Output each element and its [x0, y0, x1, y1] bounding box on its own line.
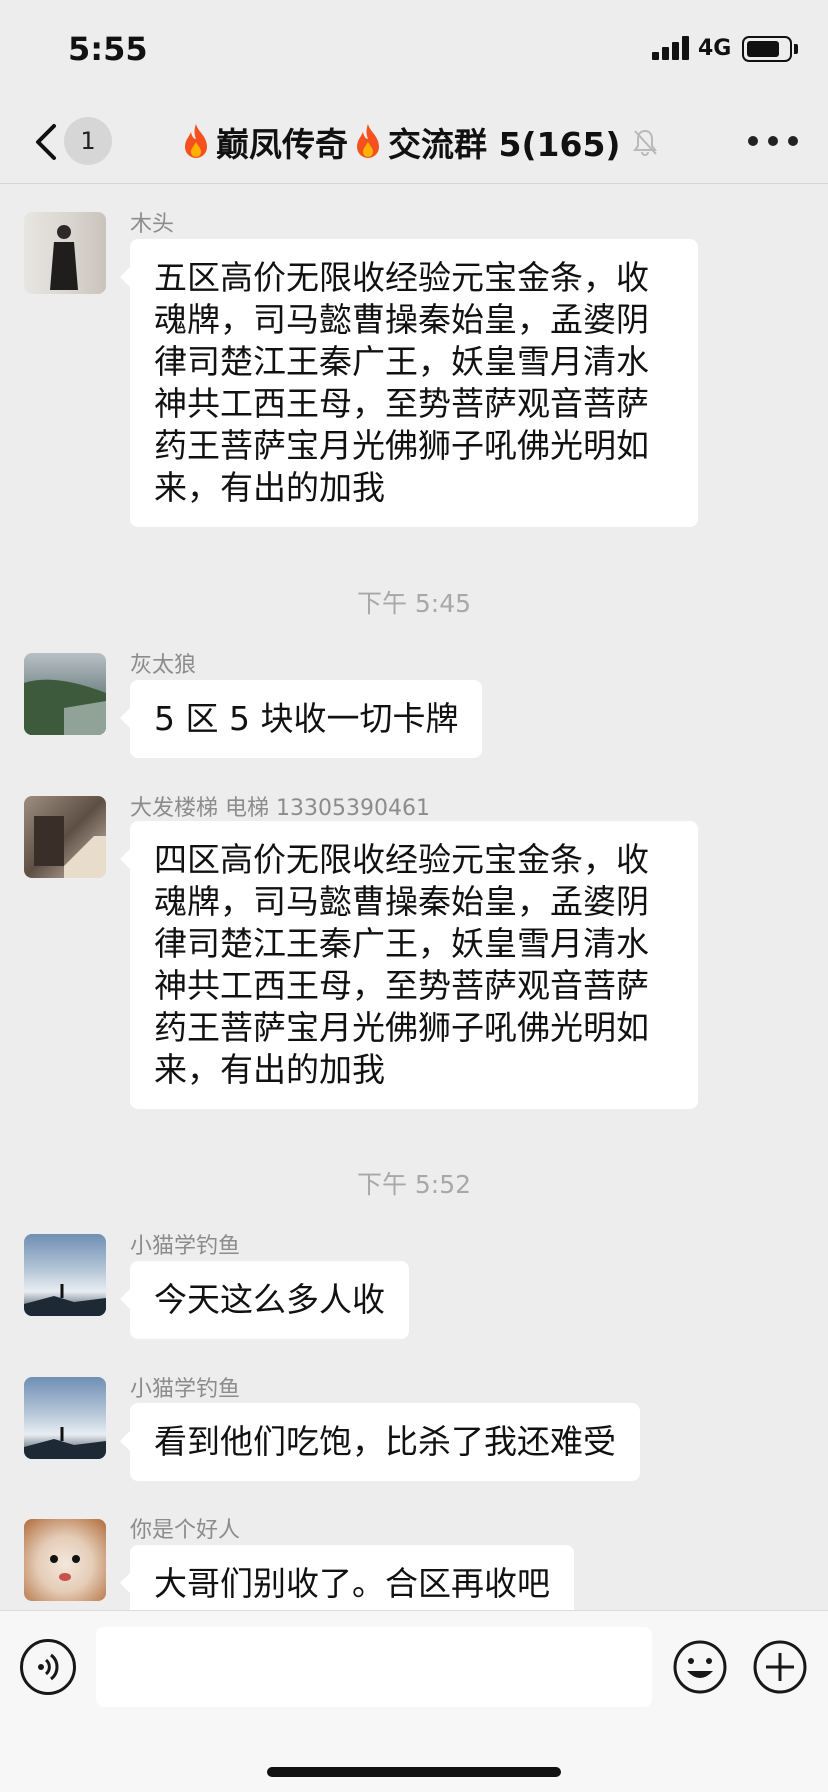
message-list[interactable]: 木头 五区高价无限收经验元宝金条，收魂牌，司马懿曹操秦始皇，孟婆阴律司楚江王秦广… [0, 185, 828, 1610]
title-text-part1: 巅凤传奇 [216, 125, 348, 164]
fire-icon [185, 124, 207, 158]
sender-name: 小猫学钓鱼 [130, 1377, 241, 1402]
message-bubble[interactable]: 看到他们吃饱，比杀了我还难受 [120, 1403, 640, 1481]
status-time: 5:55 [68, 30, 148, 68]
mute-bell-icon [632, 129, 657, 156]
more-options-button[interactable] [748, 136, 798, 148]
avatar[interactable] [24, 1234, 106, 1316]
battery-cap [794, 44, 798, 54]
cellular-signal-icon [652, 36, 692, 60]
title-text-part2: 交流群 5(165) [388, 125, 621, 164]
chat-header: 1 巅凤传奇 交流群 5(165) [0, 100, 828, 184]
battery-icon [742, 36, 792, 62]
emoji-icon [673, 1640, 727, 1694]
avatar[interactable] [24, 1519, 106, 1601]
sender-name: 大发楼梯 电梯 13305390461 [130, 796, 430, 821]
message-bubble[interactable]: 大哥们别收了。合区再收吧 [120, 1545, 574, 1610]
unread-count-badge[interactable]: 1 [64, 117, 112, 165]
sender-name: 灰太狼 [130, 653, 197, 678]
timestamp: 下午 5:45 [356, 589, 472, 618]
back-chevron-icon [36, 124, 56, 160]
home-indicator [267, 1767, 561, 1777]
voice-button[interactable] [20, 1639, 76, 1695]
message-bubble[interactable]: 五区高价无限收经验元宝金条，收魂牌，司马懿曹操秦始皇，孟婆阴律司楚江王秦广王，妖… [120, 239, 698, 527]
avatar[interactable] [24, 1377, 106, 1459]
sender-name: 木头 [130, 212, 175, 237]
plus-button[interactable] [752, 1639, 808, 1695]
sender-name: 你是个好人 [130, 1518, 241, 1543]
avatar[interactable] [24, 653, 106, 735]
status-bar: 5:55 4G [0, 0, 828, 100]
fire-icon [357, 124, 379, 158]
message-bubble[interactable]: 四区高价无限收经验元宝金条，收魂牌，司马懿曹操秦始皇，孟婆阴律司楚江王秦广王，妖… [120, 821, 698, 1109]
sender-name: 小猫学钓鱼 [130, 1234, 241, 1259]
avatar[interactable] [24, 796, 106, 878]
input-bar [0, 1610, 828, 1792]
message-bubble[interactable]: 5 区 5 块收一切卡牌 [119, 680, 483, 758]
back-button[interactable] [24, 116, 68, 168]
avatar[interactable] [24, 212, 106, 294]
emoji-button[interactable] [672, 1639, 728, 1695]
plus-icon [753, 1640, 807, 1694]
network-type: 4G [698, 36, 732, 61]
message-bubble[interactable]: 今天这么多人收 [120, 1261, 409, 1339]
timestamp: 下午 5:52 [356, 1170, 472, 1199]
voice-icon [38, 1653, 59, 1681]
message-input[interactable] [96, 1627, 652, 1707]
chat-title[interactable]: 巅凤传奇 交流群 5(165) [180, 118, 700, 166]
